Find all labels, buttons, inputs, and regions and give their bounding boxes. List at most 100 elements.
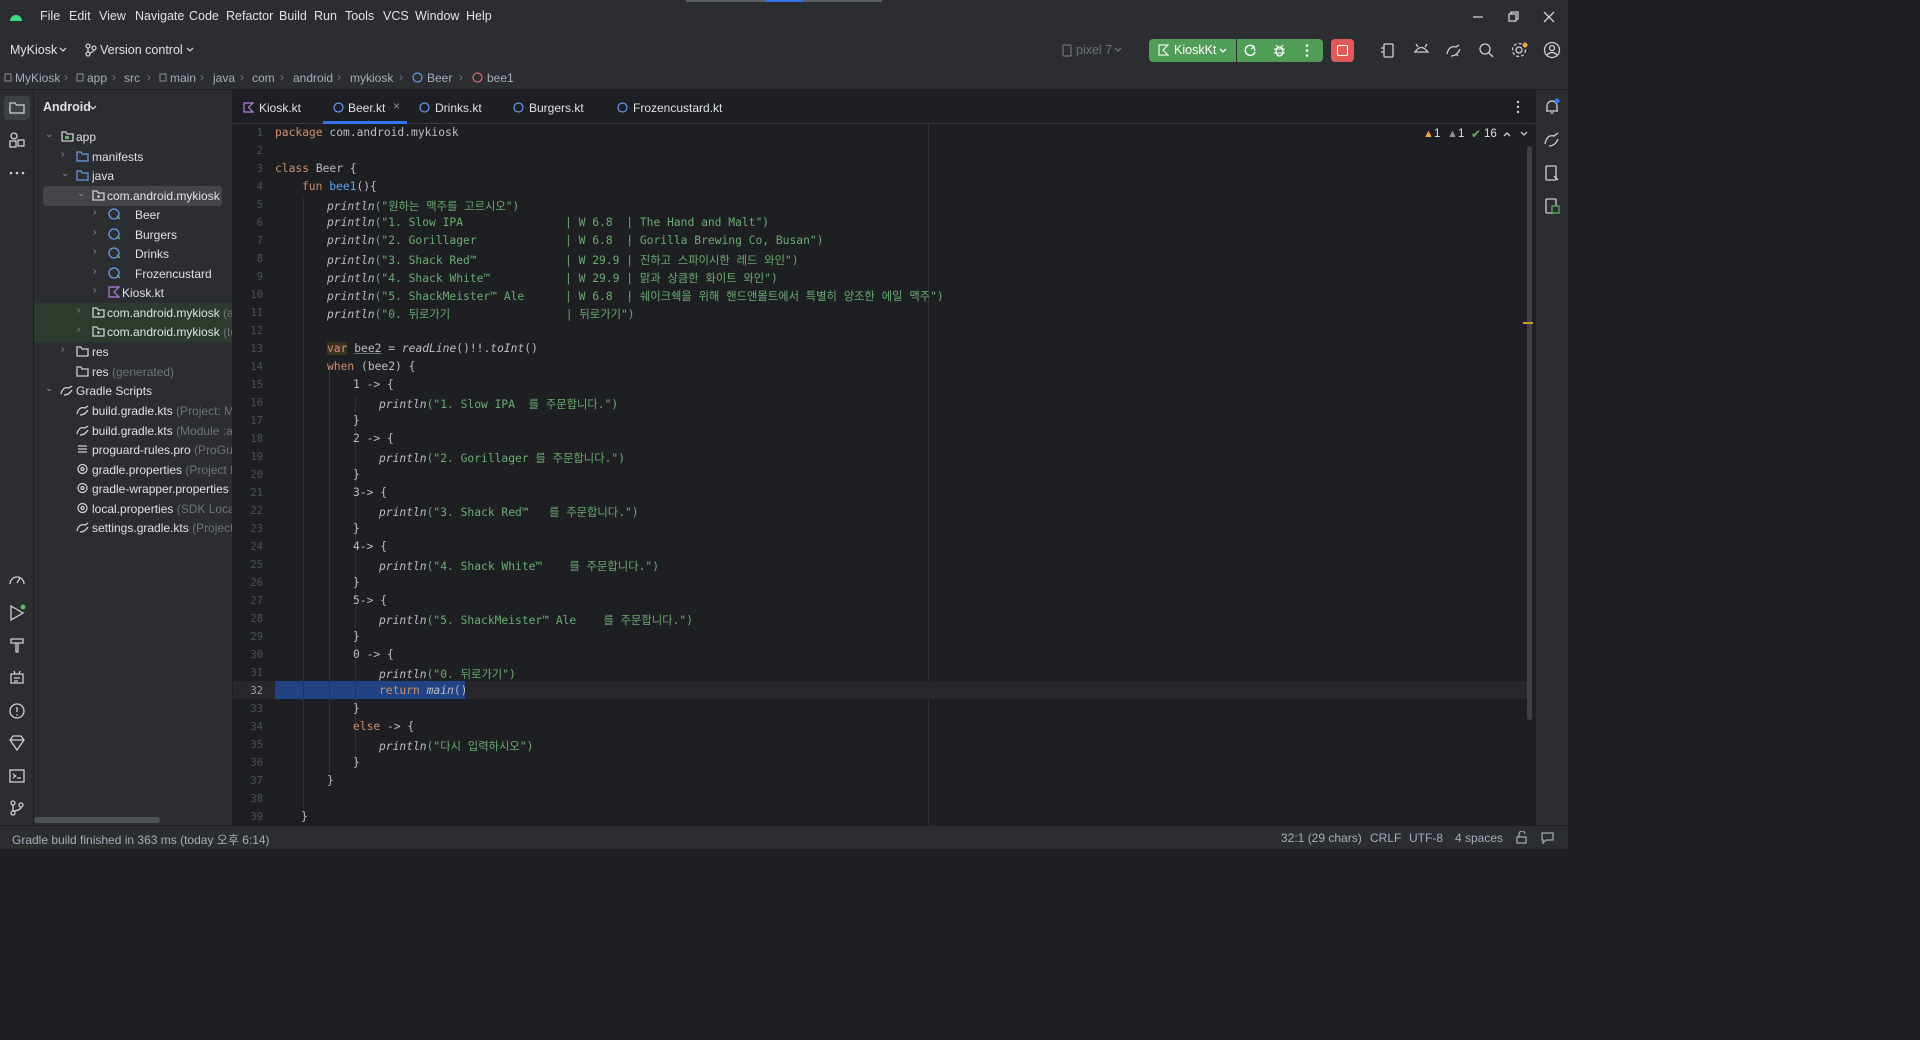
tree-item-gradle-scripts[interactable]: ⌄ Gradle Scripts — [34, 381, 232, 401]
menu-view[interactable]: View — [99, 9, 126, 23]
chevron-right-icon[interactable]: › — [61, 344, 64, 355]
more-actions-icon[interactable] — [1304, 43, 1310, 58]
caret-position[interactable]: 32:1 (29 chars) — [1281, 831, 1362, 845]
chevron-right-icon[interactable]: › — [93, 246, 96, 257]
tab-beer-kt-active[interactable]: Beer.kt × — [323, 90, 409, 124]
breadcrumb-java[interactable]: java — [213, 71, 235, 85]
tab-kiosk-kt[interactable]: Kiosk.kt — [243, 90, 323, 124]
warning-stripe-marker[interactable] — [1523, 322, 1533, 324]
menu-vcs[interactable]: VCS — [383, 9, 409, 23]
menu-refactor[interactable]: Refactor — [226, 9, 273, 23]
tree-item-res[interactable]: › res — [34, 342, 232, 362]
sync-gradle-icon[interactable] — [1445, 42, 1462, 59]
tree-item-local-properties[interactable]: local.properties (SDK Locati — [34, 499, 232, 519]
tab-burgers-kt[interactable]: Burgers.kt — [513, 90, 603, 124]
breadcrumb-main[interactable]: main — [170, 71, 196, 85]
breadcrumb-beer[interactable]: Beer — [427, 71, 452, 85]
tree-item-app[interactable]: ⌄ app — [34, 127, 232, 147]
status-message[interactable]: Gradle build finished in 363 ms (today 오… — [12, 831, 270, 848]
chevron-right-icon[interactable]: › — [77, 305, 80, 316]
indent-setting[interactable]: 4 spaces — [1455, 831, 1503, 845]
sdk-manager-icon[interactable] — [1413, 42, 1430, 59]
check-icon[interactable]: ✔ — [1471, 127, 1481, 141]
notifications-bell-icon[interactable] — [1543, 98, 1561, 116]
menu-tools[interactable]: Tools — [345, 9, 374, 23]
tree-item-package-selected[interactable]: ⌄ com.android.mykiosk — [43, 186, 222, 206]
close-tab-icon[interactable]: × — [393, 99, 400, 113]
project-tool-button[interactable] — [4, 96, 30, 120]
device-manager-icon[interactable] — [1380, 42, 1397, 59]
resource-manager-icon[interactable] — [8, 131, 26, 149]
menu-run[interactable]: Run — [314, 9, 337, 23]
tree-item-frozencustard[interactable]: › Frozencustard — [34, 264, 232, 284]
run-config-selector[interactable]: KioskKt — [1149, 39, 1236, 62]
chevron-right-icon[interactable]: › — [93, 227, 96, 238]
menu-file[interactable]: File — [40, 9, 60, 23]
project-view-selector[interactable]: Android — [43, 100, 91, 114]
running-devices-icon[interactable] — [1543, 197, 1561, 215]
tree-item-manifests[interactable]: › manifests — [34, 147, 232, 167]
vertical-scrollbar[interactable] — [1527, 146, 1532, 720]
feedback-icon[interactable] — [1541, 831, 1554, 844]
tree-item-proguard[interactable]: proguard-rules.pro (ProGua — [34, 440, 232, 460]
breadcrumb-bee1[interactable]: bee1 — [487, 71, 514, 85]
unlock-icon[interactable] — [1515, 831, 1528, 844]
tab-frozencustard-kt[interactable]: Frozencustard.kt — [617, 90, 737, 124]
menu-navigate[interactable]: Navigate — [135, 9, 184, 23]
tab-options-icon[interactable] — [1515, 100, 1521, 114]
app-quality-insights-icon[interactable] — [8, 734, 26, 752]
breadcrumb-project[interactable]: MyKiosk — [15, 71, 60, 85]
minimize-icon[interactable] — [1472, 11, 1484, 23]
chevron-right-icon[interactable]: › — [77, 324, 80, 335]
device-selector[interactable]: pixel 7 — [1076, 43, 1112, 57]
tree-item-beer[interactable]: › Beer — [34, 205, 232, 225]
breadcrumb-com[interactable]: com — [252, 71, 275, 85]
chevron-down-icon[interactable]: ⌄ — [45, 129, 53, 140]
profiler-icon[interactable] — [8, 571, 26, 589]
close-window-icon[interactable] — [1543, 11, 1555, 23]
more-tools-icon[interactable] — [8, 164, 26, 182]
breadcrumb-app[interactable]: app — [87, 71, 107, 85]
chevron-right-icon[interactable]: › — [61, 149, 64, 160]
build-icon[interactable] — [8, 636, 26, 654]
project-selector[interactable]: MyKiosk — [10, 43, 57, 57]
weak-warning-icon[interactable]: ▲ — [1447, 128, 1458, 140]
breadcrumb-mykiosk[interactable]: mykiosk — [350, 71, 393, 85]
debug-icon[interactable] — [1272, 43, 1287, 58]
tree-item-build-gradle-module[interactable]: build.gradle.kts (Module :ap — [34, 421, 232, 441]
restore-icon[interactable] — [1508, 11, 1520, 23]
chevron-down-icon[interactable]: ⌄ — [45, 383, 53, 394]
breadcrumb-src[interactable]: src — [124, 71, 140, 85]
chevron-right-icon[interactable]: › — [93, 285, 96, 296]
tree-item-build-gradle-project[interactable]: build.gradle.kts (Project: My — [34, 401, 232, 421]
menu-edit[interactable]: Edit — [69, 9, 91, 23]
tree-item-burgers[interactable]: › Burgers — [34, 225, 232, 245]
menu-build[interactable]: Build — [279, 9, 307, 23]
tree-item-java[interactable]: ⌄ java — [34, 166, 232, 186]
settings-gear-icon[interactable] — [1510, 41, 1528, 59]
search-icon[interactable] — [1478, 42, 1495, 59]
problems-icon[interactable] — [8, 702, 26, 720]
version-control-selector[interactable]: Version control — [100, 43, 183, 57]
chevron-right-icon[interactable]: › — [93, 207, 96, 218]
tree-item-unit-test[interactable]: › com.android.mykiosk (te — [34, 322, 232, 342]
chevron-up-icon[interactable] — [1503, 131, 1511, 137]
run-tool-icon[interactable] — [8, 604, 26, 622]
menu-help[interactable]: Help — [466, 9, 492, 23]
breadcrumb-android[interactable]: android — [293, 71, 333, 85]
stop-button[interactable] — [1331, 39, 1354, 62]
apply-changes-icon[interactable] — [1243, 43, 1258, 58]
gradle-tool-icon[interactable] — [1543, 131, 1561, 149]
terminal-icon[interactable] — [8, 767, 26, 785]
device-file-explorer-icon[interactable] — [1543, 164, 1561, 182]
tree-item-gradle-wrapper-properties[interactable]: gradle-wrapper.properties ( — [34, 479, 232, 499]
menu-window[interactable]: Window — [415, 9, 459, 23]
line-separator[interactable]: CRLF — [1370, 831, 1401, 845]
tab-drinks-kt[interactable]: Drinks.kt — [419, 90, 499, 124]
warning-icon[interactable]: ▲ — [1423, 128, 1434, 140]
chevron-down-icon[interactable]: ⌄ — [61, 168, 69, 179]
tree-item-kiosk-kt[interactable]: › Kiosk.kt — [34, 283, 232, 303]
logcat-icon[interactable] — [8, 669, 26, 687]
git-icon[interactable] — [8, 799, 26, 817]
tree-item-settings-gradle[interactable]: settings.gradle.kts (Project — [34, 518, 232, 538]
